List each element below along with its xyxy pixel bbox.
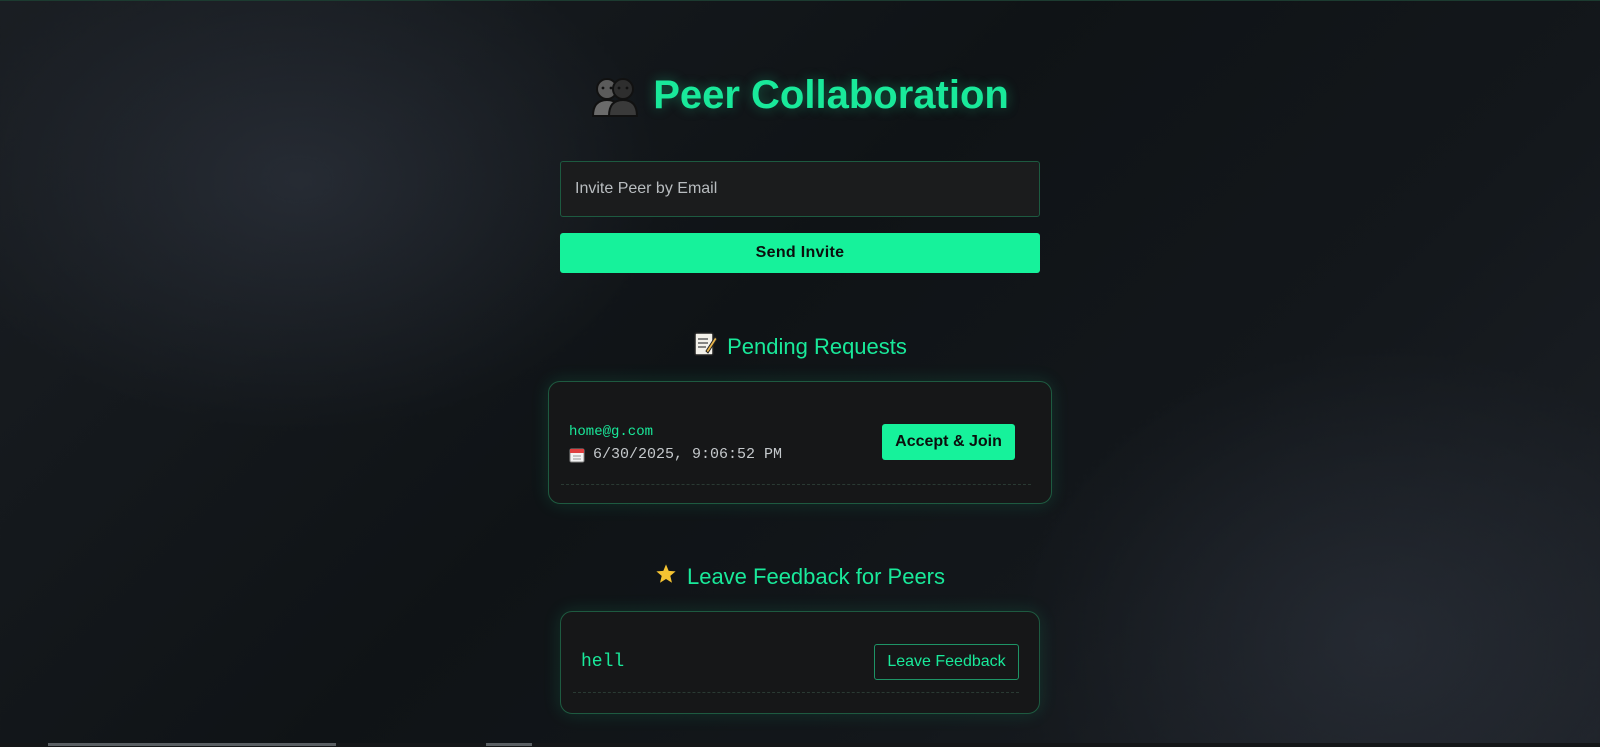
page-title: Peer Collaboration <box>0 73 1600 118</box>
request-date: 6/30/2025, 9:06:52 PM <box>569 446 782 463</box>
peer-name: hell <box>581 652 625 672</box>
request-email: home@g.com <box>569 424 654 440</box>
divider <box>573 692 1019 693</box>
request-date-text: 6/30/2025, 9:06:52 PM <box>593 446 783 463</box>
scrollbar-thumb[interactable] <box>48 743 336 746</box>
people-icon <box>591 74 639 118</box>
leave-feedback-button[interactable]: Leave Feedback <box>874 644 1019 680</box>
peer-collaboration-page: Peer Collaboration Send Invite Pending R… <box>0 1 1600 747</box>
feedback-card: hell Leave Feedback <box>560 611 1040 714</box>
accept-join-button[interactable]: Accept & Join <box>882 424 1015 460</box>
send-invite-button[interactable]: Send Invite <box>560 233 1040 273</box>
pending-requests-heading-text: Pending Requests <box>727 334 907 359</box>
memo-icon <box>693 331 718 363</box>
pending-requests-heading: Pending Requests <box>0 331 1600 363</box>
invite-email-input[interactable] <box>560 161 1040 217</box>
feedback-heading-text: Leave Feedback for Peers <box>686 564 946 589</box>
feedback-heading: Leave Feedback for Peers <box>0 563 1600 591</box>
calendar-icon <box>569 447 585 463</box>
horizontal-scrollbar[interactable] <box>0 743 1600 747</box>
page-title-text: Peer Collaboration <box>653 73 1009 117</box>
scrollbar-thumb[interactable] <box>486 743 532 746</box>
pending-requests-card: home@g.com 6/30/2025, 9:06:52 PM Accept … <box>548 381 1052 504</box>
star-icon <box>655 563 677 591</box>
divider <box>561 484 1031 485</box>
